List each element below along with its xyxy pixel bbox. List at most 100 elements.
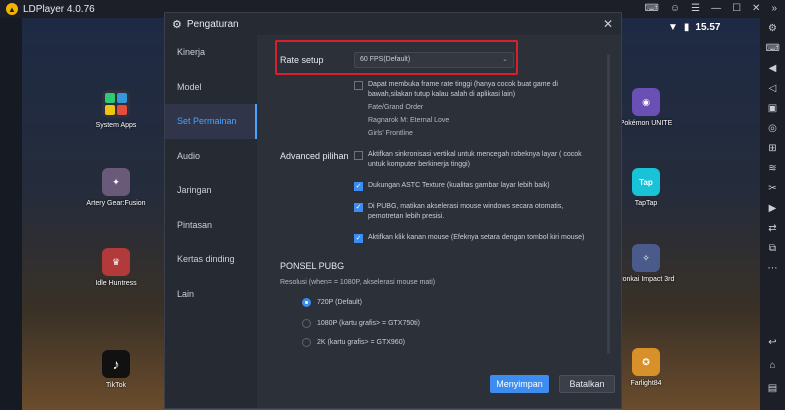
save-button[interactable]: Menyimpan	[490, 375, 549, 393]
dialog-title: Pengaturan	[186, 18, 239, 30]
vsync-text: Aktifkan sinkronisasi vertikal untuk men…	[368, 151, 582, 168]
advanced-label: Advanced pilihan	[280, 151, 349, 161]
app-label: Pokémon UNITE	[619, 120, 673, 127]
game-fate: Fate/Grand Order	[368, 104, 424, 111]
nav-item-pintasan[interactable]: Pintasan	[165, 208, 257, 243]
app-label: System Apps	[95, 122, 137, 129]
recent-apps-icon[interactable]: ▤	[766, 382, 780, 396]
app-label: Idle Huntress	[95, 280, 137, 287]
collapse-sidebar-icon[interactable]: »	[771, 0, 777, 18]
wifi-icon: ▼	[668, 21, 678, 33]
pubg-mouse-text: Di PUBG, matikan akselerasi mouse window…	[368, 203, 564, 220]
gamepad-icon[interactable]: ⌨	[644, 0, 658, 18]
close-icon[interactable]: ✕	[603, 17, 613, 31]
apk-install-icon[interactable]: ⊞	[766, 142, 780, 156]
app-label: Artery Gear:Fusion	[86, 200, 146, 207]
nav-item-audio[interactable]: Audio	[165, 139, 257, 174]
app-label: TikTok	[106, 382, 126, 389]
dialog-header: ⚙ Pengaturan ✕	[165, 13, 621, 35]
radio-720p-label: 720P (Default)	[317, 299, 363, 306]
close-window-icon[interactable]: ✕	[752, 0, 760, 18]
screenshot-icon[interactable]: ▣	[766, 102, 780, 116]
radio-1080p[interactable]: 1080P (kartu grafis> = GTX750ti)	[302, 319, 420, 328]
checkbox-checked-icon: ✓	[354, 182, 363, 191]
app-label: TapTap	[634, 200, 658, 207]
tiktok-icon: ♪	[102, 350, 130, 378]
window-controls: ⌨ ☺ ☰ — ☐ ✕ »	[644, 0, 785, 18]
user-icon[interactable]: ☺	[670, 0, 680, 18]
content-scrollbar[interactable]	[607, 54, 610, 354]
app-idle-huntress[interactable]: ♛ Idle Huntress	[76, 248, 156, 287]
ldplayer-logo-icon: ▲	[6, 3, 18, 15]
game-girls-frontline: Girls' Frontline	[368, 130, 413, 137]
nav-item-jaringan[interactable]: Jaringan	[165, 173, 257, 208]
farlight-icon: ✪	[632, 348, 660, 376]
settings-nav: Kinerja Model Set Permainan Audio Jaring…	[165, 35, 257, 408]
checkbox-checked-icon: ✓	[354, 203, 363, 212]
nav-item-lain[interactable]: Lain	[165, 277, 257, 312]
idle-huntress-icon: ♛	[102, 248, 130, 276]
pubg-mouse-checkbox[interactable]: ✓ Di PUBG, matikan akselerasi mouse wind…	[354, 202, 594, 221]
astc-checkbox[interactable]: ✓ Dukungan ASTC Texture (kualitas gambar…	[354, 181, 594, 191]
battery-icon: ▮	[683, 21, 690, 33]
checkbox-unchecked-icon	[354, 151, 363, 160]
home-icon[interactable]: ⌂	[766, 359, 780, 373]
rate-setup-label: Rate setup	[280, 55, 324, 65]
scissors-icon[interactable]: ✂	[766, 182, 780, 196]
navigation-buttons: ↩ ⌂ ▤	[760, 336, 785, 396]
radio-720p[interactable]: 720P (Default)	[302, 298, 362, 307]
artery-gear-icon: ✦	[102, 168, 130, 196]
astc-text: Dukungan ASTC Texture (kualitas gambar l…	[368, 182, 550, 189]
system-apps-icon	[102, 90, 130, 118]
multi-instance-icon[interactable]: ⧉	[766, 242, 780, 256]
high-fps-checkbox[interactable]: Dapat membuka frame rate tinggi (hanya c…	[354, 80, 594, 99]
chevron-down-icon: ⌄	[502, 56, 508, 63]
checkbox-checked-icon: ✓	[354, 234, 363, 243]
pubg-section-title: PONSEL PUBG	[280, 261, 345, 271]
pokemon-unite-icon: ◉	[632, 88, 660, 116]
menu-icon[interactable]: ☰	[691, 0, 700, 18]
app-label: Farlight84	[630, 380, 662, 387]
radio-2k-label: 2K (kartu grafis> = GTX960)	[317, 339, 405, 346]
shake-icon[interactable]: ≋	[766, 162, 780, 176]
app-tiktok[interactable]: ♪ TikTok	[76, 350, 156, 389]
radio-selected-icon	[302, 298, 311, 307]
radio-2k[interactable]: 2K (kartu grafis> = GTX960)	[302, 338, 405, 347]
rate-setup-select[interactable]: 60 FPS(Default) ⌄	[354, 52, 514, 68]
macro-icon[interactable]: ▶	[766, 202, 780, 216]
checkbox-unchecked-icon	[354, 81, 363, 90]
app-system-apps[interactable]: System Apps	[76, 90, 156, 129]
more-icon[interactable]: ⋯	[766, 262, 780, 276]
volume-down-icon[interactable]: ◁	[766, 82, 780, 96]
app-label: Honkai Impact 3rd	[617, 276, 675, 283]
app-artery-gear[interactable]: ✦ Artery Gear:Fusion	[76, 168, 156, 207]
taptap-icon: Tap	[632, 168, 660, 196]
status-bar: ▼ ▮ 15.57	[668, 18, 720, 36]
nav-item-kertas-dinding[interactable]: Kertas dinding	[165, 242, 257, 277]
volume-up-icon[interactable]: ◀	[766, 62, 780, 76]
nav-item-set-permainan[interactable]: Set Permainan	[165, 104, 257, 139]
resolution-label: Resolusi (when= = 1080P, akselerasi mous…	[280, 279, 436, 286]
right-click-text: Aktifkan klik kanan mouse (Efeknya setar…	[368, 234, 585, 241]
keyboard-icon[interactable]: ⌨	[766, 42, 780, 56]
minimize-icon[interactable]: —	[711, 0, 721, 18]
radio-1080p-label: 1080P (kartu grafis> = GTX750ti)	[317, 320, 420, 327]
clock: 15.57	[695, 21, 721, 33]
settings-icon: ⚙	[172, 18, 182, 31]
nav-item-model[interactable]: Model	[165, 70, 257, 105]
cancel-button[interactable]: Batalkan	[559, 375, 615, 393]
maximize-icon[interactable]: ☐	[732, 0, 741, 18]
radio-unselected-icon	[302, 338, 311, 347]
settings-gear-icon[interactable]: ⚙	[766, 22, 780, 36]
left-strip	[0, 18, 22, 410]
nav-item-kinerja[interactable]: Kinerja	[165, 35, 257, 70]
record-icon[interactable]: ◎	[766, 122, 780, 136]
rate-setup-value: 60 FPS(Default)	[360, 56, 411, 63]
radio-unselected-icon	[302, 319, 311, 328]
right-click-checkbox[interactable]: ✓ Aktifkan klik kanan mouse (Efeknya set…	[354, 233, 594, 243]
back-icon[interactable]: ↩	[766, 336, 780, 350]
sync-icon[interactable]: ⇄	[766, 222, 780, 236]
game-ragnarok: Ragnarok M: Eternal Love	[368, 117, 450, 124]
vsync-checkbox[interactable]: Aktifkan sinkronisasi vertikal untuk men…	[354, 150, 594, 169]
high-fps-text: Dapat membuka frame rate tinggi (hanya c…	[368, 81, 558, 98]
